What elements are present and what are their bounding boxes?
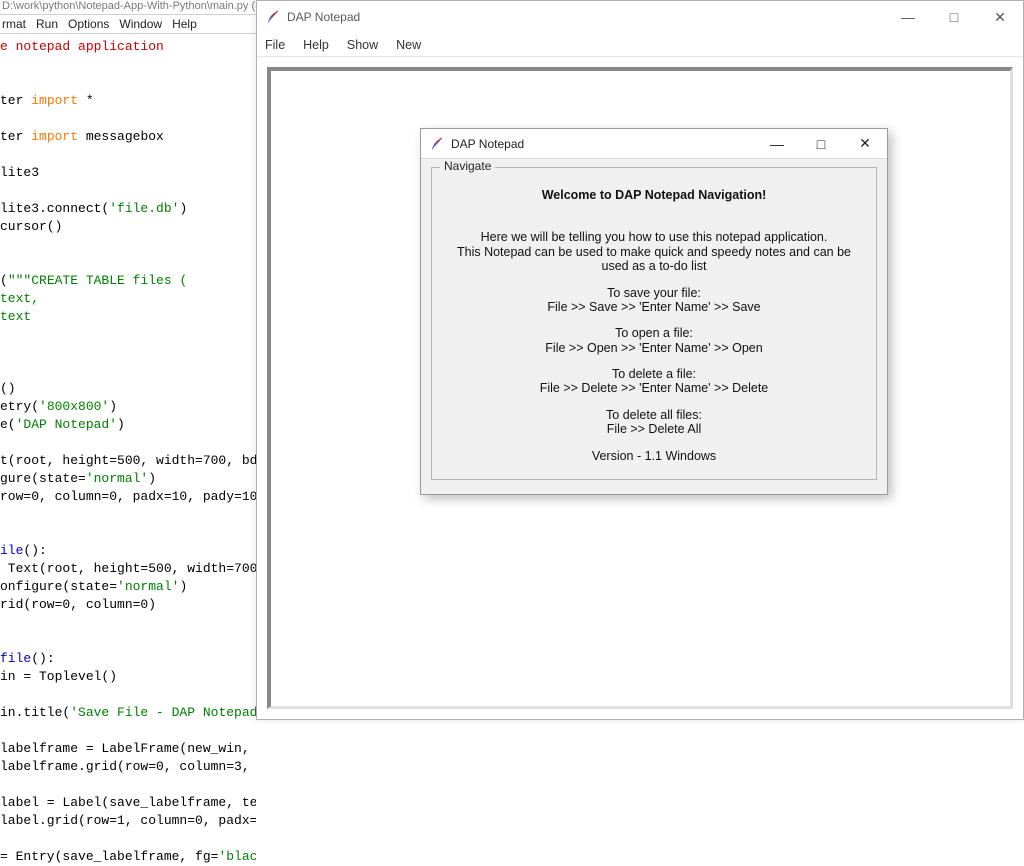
navigate-open-label: To open a file: [444, 326, 864, 340]
dap-menu-help[interactable]: Help [303, 38, 329, 52]
maximize-button[interactable]: □ [931, 1, 977, 33]
navigate-open-steps: File >> Open >> 'Enter Name' >> Open [444, 341, 864, 355]
idle-code-area[interactable]: e notepad application ter import * ter i… [0, 34, 256, 866]
tk-feather-icon [265, 9, 281, 25]
idle-menu-run[interactable]: Run [36, 17, 58, 31]
navigate-save-label: To save your file: [444, 286, 864, 300]
navigate-intro-1: Here we will be telling you how to use t… [444, 230, 864, 244]
idle-menu-format[interactable]: rmat [2, 17, 26, 31]
close-button[interactable]: ✕ [977, 1, 1023, 33]
navigate-legend: Navigate [440, 159, 495, 173]
minimize-button[interactable]: — [885, 1, 931, 33]
navigate-window-controls: — □ ✕ [755, 129, 887, 158]
dap-menu-show[interactable]: Show [347, 38, 378, 52]
tk-feather-icon [429, 136, 445, 152]
idle-menu-options[interactable]: Options [68, 17, 109, 31]
navigate-groupbox: Navigate Welcome to DAP Notepad Navigati… [431, 167, 877, 480]
dap-menu-new[interactable]: New [396, 38, 421, 52]
maximize-button[interactable]: □ [799, 129, 843, 158]
dap-titlebar: DAP Notepad — □ ✕ [257, 1, 1023, 33]
navigate-delete-label: To delete a file: [444, 367, 864, 381]
idle-menubar: rmat Run Options Window Help [0, 14, 256, 34]
dap-window-controls: — □ ✕ [885, 1, 1023, 33]
navigate-delete-steps: File >> Delete >> 'Enter Name' >> Delete [444, 381, 864, 395]
idle-menu-window[interactable]: Window [119, 17, 162, 31]
close-button[interactable]: ✕ [843, 129, 887, 158]
navigate-dialog: DAP Notepad — □ ✕ Navigate Welcome to DA… [420, 128, 888, 495]
navigate-content: Welcome to DAP Notepad Navigation! Here … [444, 188, 864, 463]
dap-title-text: DAP Notepad [287, 10, 360, 24]
idle-editor-window: D:\work\python\Notepad-App-With-Python\m… [0, 0, 256, 730]
idle-titlebar-path: D:\work\python\Notepad-App-With-Python\m… [0, 0, 256, 14]
navigate-save-steps: File >> Save >> 'Enter Name' >> Save [444, 300, 864, 314]
navigate-title-text: DAP Notepad [451, 137, 524, 151]
minimize-button[interactable]: — [755, 129, 799, 158]
dap-menu-file[interactable]: File [265, 38, 285, 52]
navigate-deleteall-label: To delete all files: [444, 408, 864, 422]
navigate-version: Version - 1.1 Windows [444, 449, 864, 463]
dap-menubar: File Help Show New [257, 33, 1023, 57]
navigate-welcome: Welcome to DAP Notepad Navigation! [444, 188, 864, 202]
navigate-titlebar: DAP Notepad — □ ✕ [421, 129, 887, 159]
idle-menu-help[interactable]: Help [172, 17, 197, 31]
navigate-deleteall-steps: File >> Delete All [444, 422, 864, 436]
navigate-intro-2: This Notepad can be used to make quick a… [444, 245, 864, 274]
